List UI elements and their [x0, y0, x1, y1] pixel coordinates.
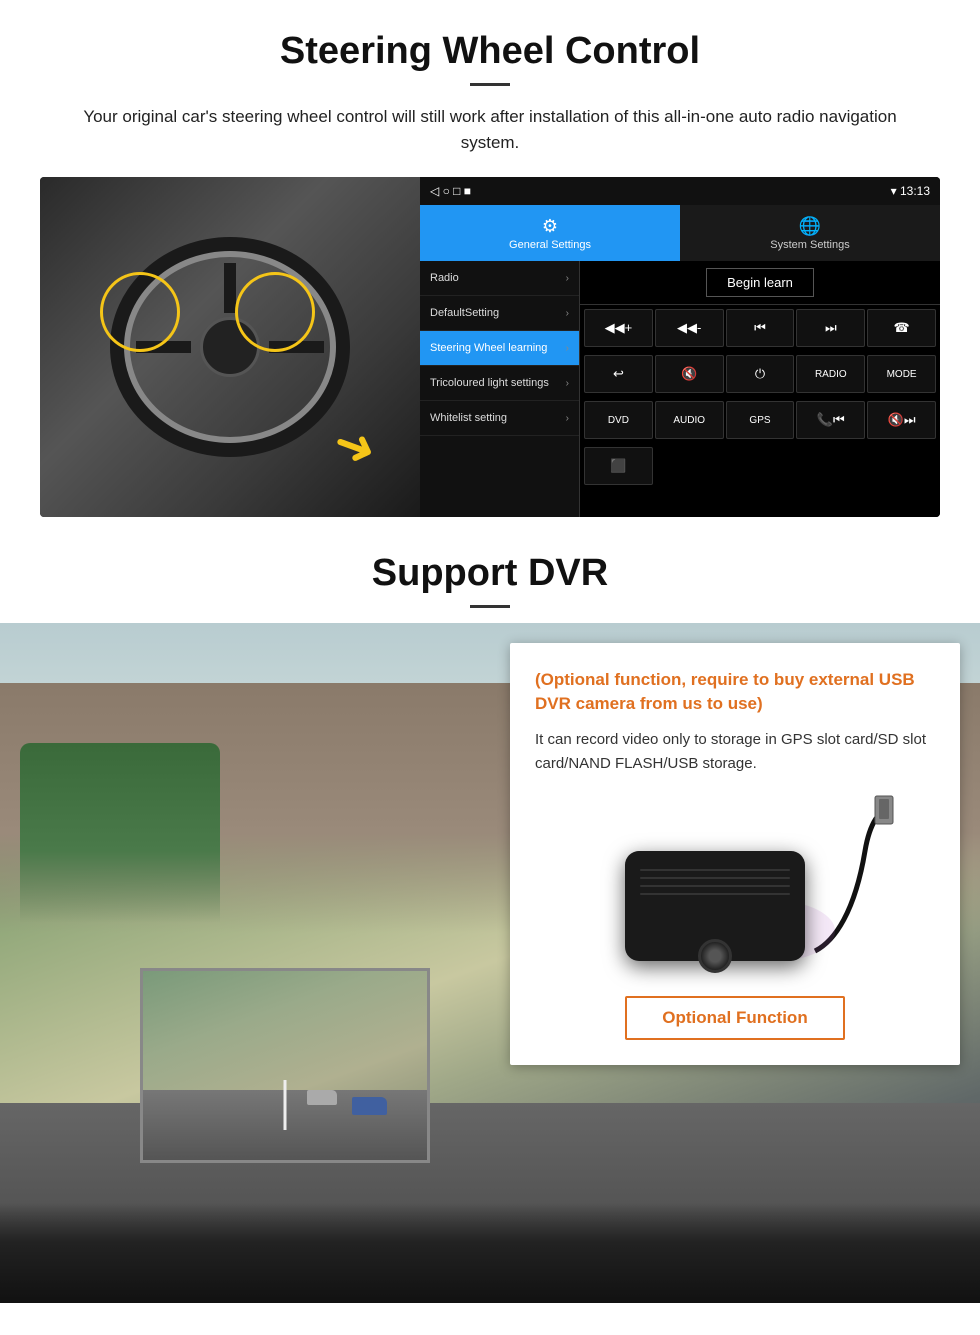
android-status-icons: ▾ 13:13: [891, 184, 930, 198]
btn-hang-up[interactable]: ↩: [584, 355, 653, 393]
dvr-dashboard: [0, 1203, 980, 1303]
begin-learn-area: Begin learn: [580, 261, 940, 305]
menu-item-defaultsetting[interactable]: DefaultSetting ›: [420, 296, 579, 331]
gear-icon: ⚙: [542, 216, 558, 237]
menu-defaultsetting-label: DefaultSetting: [430, 307, 499, 319]
steering-content: Begin learn ◀◀+ ◀◀- ⏮ ⏭ ☎ ↩ 🔇 ⏻: [580, 261, 940, 517]
btn-mode[interactable]: MODE: [867, 355, 936, 393]
dvr-description: It can record video only to storage in G…: [535, 728, 935, 776]
btn-vol-down[interactable]: ◀◀-: [655, 309, 724, 347]
optional-btn-wrap: Optional Function: [535, 996, 935, 1045]
btn-radio[interactable]: RADIO: [796, 355, 865, 393]
chevron-icon: ›: [566, 343, 569, 354]
dvr-info-card: (Optional function, require to buy exter…: [510, 643, 960, 1065]
menu-item-tricoloured[interactable]: Tricoloured light settings ›: [420, 366, 579, 401]
btn-call[interactable]: ☎: [867, 309, 936, 347]
btn-audio[interactable]: AUDIO: [655, 401, 724, 439]
menu-tricoloured-label: Tricoloured light settings: [430, 377, 549, 389]
btn-power[interactable]: ⏻: [726, 355, 795, 393]
button-grid-row2: ↩ 🔇 ⏻ RADIO MODE: [580, 351, 940, 397]
section2-dvr: Support DVR (Optional fun: [0, 517, 980, 1307]
btn-extra[interactable]: ⬛: [584, 447, 653, 485]
menu-item-radio[interactable]: Radio ›: [420, 261, 579, 296]
arrow-indicator: [320, 417, 390, 477]
menu-item-steering-learning[interactable]: Steering Wheel learning ›: [420, 331, 579, 366]
button-grid-row3: DVD AUDIO GPS 📞⏮ 🔇⏭: [580, 397, 940, 443]
inset-car2: [307, 1090, 337, 1105]
begin-learn-button[interactable]: Begin learn: [706, 268, 814, 297]
button-grid-row4: ⬛: [580, 443, 940, 489]
android-ui-panel: ◁ ○ □ ■ ▾ 13:13 ⚙ General Settings 🌐 Sys…: [420, 177, 940, 517]
tab-system-settings[interactable]: 🌐 System Settings: [680, 205, 940, 261]
chevron-icon: ›: [566, 308, 569, 319]
dvr-trees: [20, 743, 220, 923]
section1-steering: Steering Wheel Control Your original car…: [0, 0, 980, 517]
steering-mockup: ◁ ○ □ ■ ▾ 13:13 ⚙ General Settings 🌐 Sys…: [40, 177, 940, 517]
settings-menu: Radio › DefaultSetting › Steering Wheel …: [420, 261, 580, 517]
btn-next[interactable]: ⏭: [796, 309, 865, 347]
tab-general-settings[interactable]: ⚙ General Settings: [420, 205, 680, 261]
wheel-spoke-top: [224, 263, 236, 313]
chevron-icon: ›: [566, 378, 569, 389]
tab-system-label: System Settings: [770, 239, 849, 251]
dvr-cam-body: [625, 851, 805, 961]
steering-wheel-photo: [40, 177, 420, 517]
btn-gps[interactable]: GPS: [726, 401, 795, 439]
menu-radio-label: Radio: [430, 272, 459, 284]
btn-call-prev[interactable]: 📞⏮: [796, 401, 865, 439]
dvr-inset-screen: [140, 968, 430, 1163]
inset-car: [352, 1097, 387, 1115]
chevron-icon: ›: [566, 413, 569, 424]
menu-steering-label: Steering Wheel learning: [430, 342, 547, 354]
section1-subtitle: Your original car's steering wheel contr…: [65, 104, 915, 155]
dvr-camera-illustration: [575, 791, 895, 981]
button-grid-row1: ◀◀+ ◀◀- ⏮ ⏭ ☎: [580, 305, 940, 351]
android-topbar: ◁ ○ □ ■ ▾ 13:13: [420, 177, 940, 205]
highlight-circle-right: [235, 272, 315, 352]
section2-divider: [470, 605, 510, 608]
android-nav-icons: ◁ ○ □ ■: [430, 184, 471, 198]
tab-general-label: General Settings: [509, 239, 591, 251]
android-body: Radio › DefaultSetting › Steering Wheel …: [420, 261, 940, 517]
dvr-orange-text: (Optional function, require to buy exter…: [535, 668, 935, 716]
section2-title: Support DVR: [0, 552, 980, 595]
section2-header: Support DVR: [0, 517, 980, 623]
btn-vol-up[interactable]: ◀◀+: [584, 309, 653, 347]
dvr-cam-lens: [698, 939, 732, 973]
dvr-background: (Optional function, require to buy exter…: [0, 623, 980, 1303]
dvr-inset-image: [143, 971, 427, 1160]
android-tabs: ⚙ General Settings 🌐 System Settings: [420, 205, 940, 261]
btn-mute[interactable]: 🔇: [655, 355, 724, 393]
chevron-icon: ›: [566, 273, 569, 284]
global-icon: 🌐: [799, 216, 821, 237]
highlight-circle-left: [100, 272, 180, 352]
btn-dvd[interactable]: DVD: [584, 401, 653, 439]
dvr-cam-vents: [640, 869, 790, 895]
section1-title: Steering Wheel Control: [40, 30, 940, 73]
menu-whitelist-label: Whitelist setting: [430, 412, 507, 424]
inset-road-line: [284, 1080, 287, 1130]
menu-item-whitelist[interactable]: Whitelist setting ›: [420, 401, 579, 436]
btn-prev[interactable]: ⏮: [726, 309, 795, 347]
btn-mute-next[interactable]: 🔇⏭: [867, 401, 936, 439]
optional-function-button[interactable]: Optional Function: [625, 996, 844, 1040]
section1-divider: [470, 83, 510, 86]
